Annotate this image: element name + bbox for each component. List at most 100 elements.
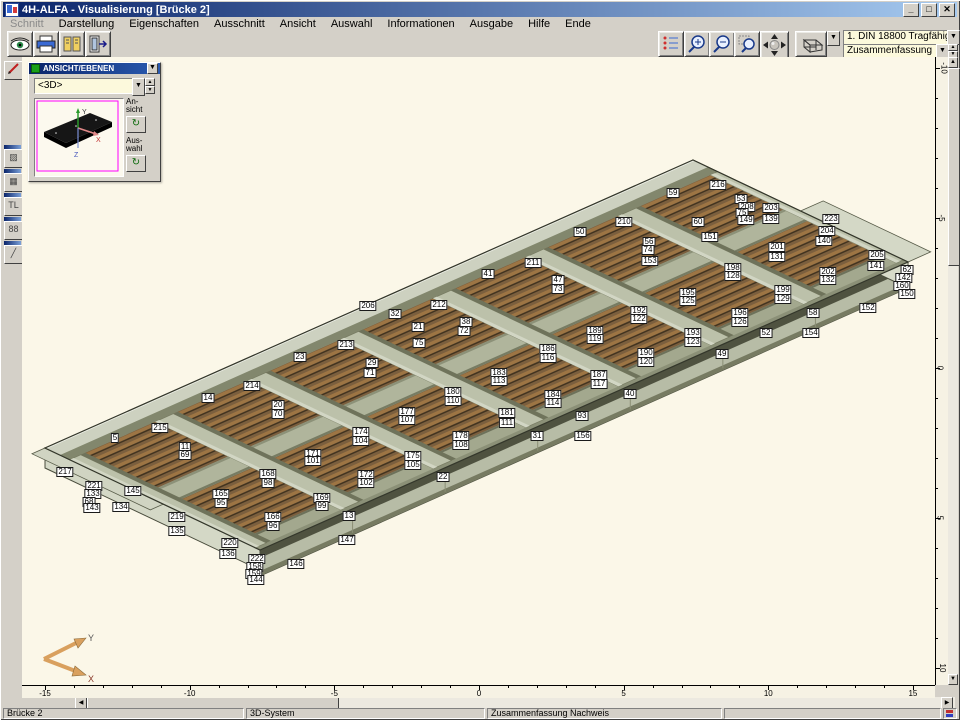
ergebnis-spinner[interactable]: ▲ ▼ xyxy=(948,44,958,57)
title-bar[interactable]: 4H-ALFA - Visualisierung [Brücke 2] _ □ … xyxy=(3,2,957,17)
element-label: 49 xyxy=(716,349,729,359)
view-dropdown[interactable]: ▼ xyxy=(132,78,145,96)
element-label: 216 xyxy=(709,180,726,190)
exit-door-icon xyxy=(88,35,108,53)
element-label: 154 xyxy=(802,328,819,338)
app-icon xyxy=(5,3,19,17)
menu-ausschnitt[interactable]: Ausschnitt xyxy=(214,18,265,30)
legend-button[interactable] xyxy=(658,31,684,57)
ruler-tick xyxy=(936,338,938,339)
element-label: 99 xyxy=(316,501,329,511)
element-label: 93 xyxy=(576,411,589,421)
vertical-scrollbar[interactable]: ▲ ▼ xyxy=(948,57,958,685)
zoom-in-button[interactable] xyxy=(684,31,710,57)
book-icon xyxy=(62,35,82,53)
ruler-tick xyxy=(276,686,277,688)
element-label: 215 xyxy=(151,423,168,433)
element-label: 108 xyxy=(452,440,469,450)
exit-button[interactable] xyxy=(85,31,111,57)
ruler-tick xyxy=(936,548,938,549)
element-label: 147 xyxy=(338,535,355,545)
menu-ansicht[interactable]: Ansicht xyxy=(280,18,316,30)
element-label: 156 xyxy=(574,431,591,441)
values-display-button[interactable]: 88 xyxy=(4,221,23,240)
ruler-label: -15 xyxy=(39,689,51,698)
nachweis-combobox[interactable]: 1. DIN 18800 Tragfähigkeit (Th xyxy=(843,30,952,45)
vertical-scroll-thumb[interactable] xyxy=(948,68,960,266)
canvas[interactable]: 2165960210505320875149223203139204140205… xyxy=(22,57,935,685)
scroll-down-icon[interactable]: ▼ xyxy=(948,674,958,685)
element-label: 211 xyxy=(525,258,542,268)
ruler-tick xyxy=(653,686,654,688)
zoom-window-button[interactable] xyxy=(734,31,760,57)
ruler-tick xyxy=(219,686,220,688)
ruler-tick xyxy=(826,686,827,688)
text-display-button[interactable]: TL xyxy=(4,197,23,216)
view-eye-button[interactable] xyxy=(7,31,33,57)
element-label: 31 xyxy=(531,431,544,441)
zoom-out-button[interactable] xyxy=(709,31,735,57)
edit-pen-button[interactable] xyxy=(4,61,23,80)
panel-title: ANSICHT/EBENEN xyxy=(43,64,114,73)
menu-eigenschaften[interactable]: Eigenschaften xyxy=(129,18,199,30)
element-label: 110 xyxy=(445,396,462,406)
print-button[interactable] xyxy=(33,31,59,57)
preview-axis-z: Z xyxy=(74,152,79,159)
pan-control[interactable] xyxy=(760,31,789,59)
view-combobox[interactable]: <3D> xyxy=(34,78,135,94)
window-title: 4H-ALFA - Visualisierung [Brücke 2] xyxy=(22,4,210,16)
panel-title-bar[interactable]: ANSICHT/EBENEN ▼ xyxy=(29,63,160,74)
hatch-display-button[interactable]: ▨ xyxy=(4,149,23,168)
ruler-tick xyxy=(595,686,596,688)
mesh-display-button[interactable]: ▦ xyxy=(4,173,23,192)
menu-informationen[interactable]: Informationen xyxy=(387,18,454,30)
element-label: 59 xyxy=(667,188,680,198)
view-preview[interactable]: Y X Z xyxy=(34,98,124,177)
panel-close-icon[interactable]: ▼ xyxy=(147,63,158,74)
element-label: 114 xyxy=(545,398,562,408)
menu-darstellung[interactable]: Darstellung xyxy=(59,18,115,30)
element-label: 73 xyxy=(552,284,565,294)
ruler-tick xyxy=(936,428,938,429)
maximize-button[interactable]: □ xyxy=(921,3,937,17)
spinner-up-icon[interactable]: ▲ xyxy=(948,44,958,51)
scroll-up-icon[interactable]: ▲ xyxy=(948,57,958,68)
status-project: Brücke 2 xyxy=(3,708,244,719)
auswahl-apply-button[interactable]: ↻ xyxy=(126,155,146,172)
view-3d-dropdown[interactable]: ▼ xyxy=(827,31,840,46)
nachweis-dropdown[interactable]: ▼ xyxy=(947,30,960,45)
close-button[interactable]: ✕ xyxy=(939,3,955,17)
ruler-label: 10 xyxy=(764,689,773,698)
element-label: 220 xyxy=(221,538,238,548)
element-label: 60 xyxy=(692,217,705,227)
element-label: 70 xyxy=(272,409,285,419)
status-indicator-icon xyxy=(943,708,957,719)
protocol-button[interactable] xyxy=(59,31,85,57)
menu-hilfe[interactable]: Hilfe xyxy=(528,18,550,30)
menu-auswahl[interactable]: Auswahl xyxy=(331,18,373,30)
ruler-label: 15 xyxy=(908,689,917,698)
element-label: 150 xyxy=(898,289,915,299)
element-label: 151 xyxy=(701,232,718,242)
menu-ausgabe[interactable]: Ausgabe xyxy=(470,18,513,30)
view-spinner[interactable]: ▲▼ xyxy=(145,78,155,94)
ruler-tick xyxy=(936,308,938,309)
ansicht-ebenen-panel[interactable]: ANSICHT/EBENEN ▼ <3D> ▼ ▲▼ xyxy=(28,62,161,182)
view-3d-button[interactable] xyxy=(795,31,827,57)
ruler-tick xyxy=(682,686,683,688)
vertical-ruler: -10-50510 xyxy=(935,57,949,685)
element-label: 205 xyxy=(868,250,885,260)
minimize-button[interactable]: _ xyxy=(903,3,919,17)
ruler-tick xyxy=(392,686,393,688)
preview-bridge-thumbnail: Y X Z xyxy=(36,100,120,173)
zoom-window-icon xyxy=(737,34,757,54)
measure-button[interactable]: ╱ xyxy=(4,245,23,264)
element-label: 149 xyxy=(737,215,754,225)
element-label: 23 xyxy=(294,352,307,362)
preview-axis-y: Y xyxy=(82,109,87,116)
element-label: 14 xyxy=(202,393,215,403)
menu-ende[interactable]: Ende xyxy=(565,18,591,30)
ruler-tick xyxy=(103,686,104,688)
element-label: 141 xyxy=(867,261,884,271)
ansicht-apply-button[interactable]: ↻ xyxy=(126,116,146,133)
